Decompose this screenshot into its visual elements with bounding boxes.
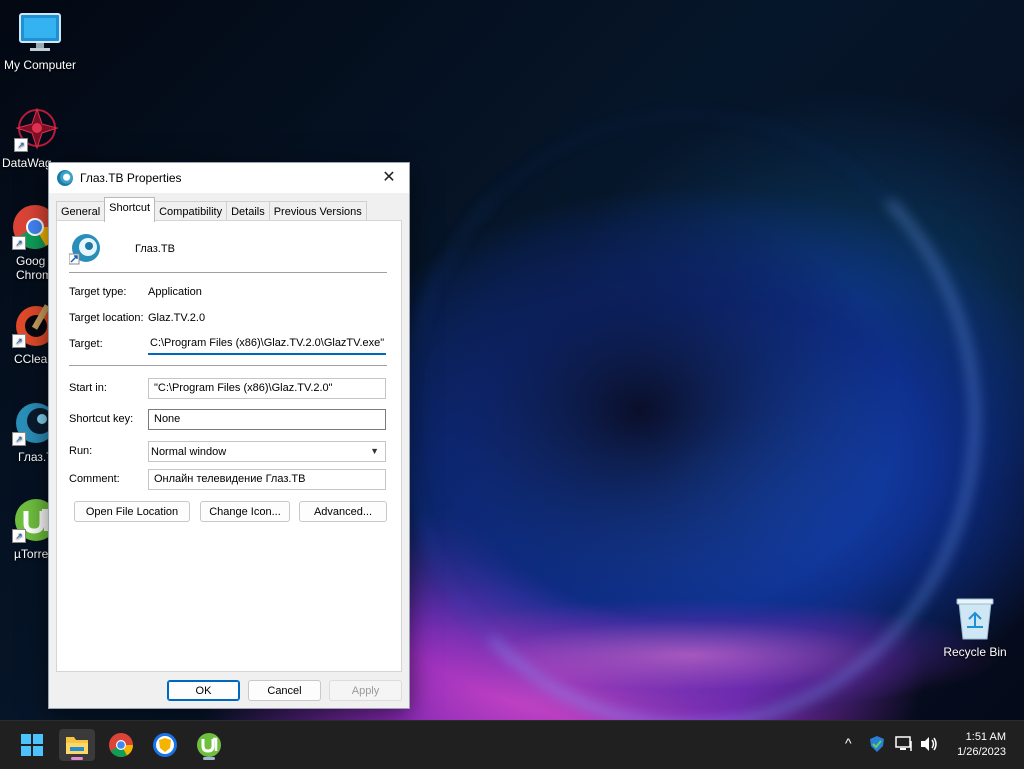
shortcut-key-input[interactable]: None [148, 409, 386, 430]
app-name: Глаз.ТВ [135, 243, 175, 255]
taskbar: ^ 1:51 AM 1/26/2023 [0, 720, 1024, 769]
desktop-icon-datawag[interactable]: ↗ DataWag [0, 106, 60, 170]
divider [69, 365, 387, 366]
tray-chevron-icon[interactable]: ^ [845, 735, 852, 751]
clock-date: 1/26/2023 [957, 746, 1006, 758]
dialog-title: Глаз.ТВ Properties [80, 171, 182, 185]
network-icon[interactable] [894, 735, 914, 756]
target-location-label: Target location: [69, 312, 144, 324]
windows-logo-icon [21, 734, 43, 756]
tab-shortcut[interactable]: Shortcut [104, 197, 156, 222]
shortcut-arrow-icon: ↗ [12, 334, 26, 348]
security-shield-icon[interactable] [868, 735, 886, 756]
run-dropdown[interactable]: Normal window ▼ [148, 441, 386, 462]
active-indicator [71, 757, 83, 760]
cancel-button[interactable]: Cancel [248, 680, 321, 701]
clock-time: 1:51 AM [965, 731, 1006, 743]
shortcut-arrow-icon: ↗ [14, 138, 28, 152]
shortcut-arrow-icon: ↗ [12, 236, 26, 250]
run-selected-value: Normal window [151, 446, 227, 458]
desktop-icon-my-computer[interactable]: My Computer [0, 10, 80, 72]
glaz-tv-icon [57, 170, 73, 186]
tab-previous-versions[interactable]: Previous Versions [268, 201, 367, 222]
target-input[interactable]: C:\Program Files (x86)\Glaz.TV.2.0\GlazT… [148, 334, 386, 355]
apply-button[interactable]: Apply [329, 680, 402, 701]
start-in-label: Start in: [69, 382, 107, 394]
properties-dialog: Глаз.ТВ Properties ✕ General Shortcut Co… [48, 162, 410, 709]
datawag-icon: ↗ [14, 106, 60, 152]
browser-shield-icon [153, 733, 177, 757]
running-indicator [203, 757, 215, 760]
volume-icon[interactable] [919, 735, 939, 756]
start-button[interactable] [14, 729, 50, 761]
desktop-icon-recycle-bin[interactable]: Recycle Bin [935, 597, 1015, 659]
shortcut-panel: Глаз.ТВ Target type: Application Target … [56, 220, 402, 672]
desktop-icon-label: My Computer [3, 58, 77, 72]
run-label: Run: [69, 445, 93, 457]
taskbar-file-explorer[interactable] [59, 729, 95, 761]
target-location-value: Glaz.TV.2.0 [148, 312, 206, 324]
tab-details[interactable]: Details [226, 201, 270, 222]
desktop-icon-label: Recycle Bin [943, 645, 1007, 659]
comment-label: Comment: [69, 473, 120, 485]
desktop: My Computer ↗ DataWag ↗ Goog Chrom ↗ CCl… [0, 0, 1024, 720]
clock[interactable]: 1:51 AM 1/26/2023 [957, 730, 1006, 760]
tab-strip: General Shortcut Compatibility Details P… [56, 197, 367, 222]
wallpaper-bloom [400, 110, 980, 720]
taskbar-chrome[interactable] [103, 729, 139, 761]
monitor-icon [18, 10, 62, 54]
tab-compatibility[interactable]: Compatibility [154, 201, 228, 222]
advanced-button[interactable]: Advanced... [299, 501, 387, 522]
tab-general[interactable]: General [56, 201, 106, 222]
shortcut-key-label: Shortcut key: [69, 413, 134, 425]
ok-button[interactable]: OK [167, 680, 240, 701]
close-icon[interactable]: ✕ [369, 163, 409, 193]
start-in-input[interactable]: "C:\Program Files (x86)\Glaz.TV.2.0" [148, 378, 386, 399]
glaz-tv-icon [68, 233, 101, 265]
divider [69, 272, 387, 273]
shortcut-arrow-icon: ↗ [12, 529, 26, 543]
target-type-label: Target type: [69, 286, 127, 298]
target-label: Target: [69, 338, 103, 350]
change-icon-button[interactable]: Change Icon... [200, 501, 290, 522]
open-file-location-button[interactable]: Open File Location [74, 501, 190, 522]
chevron-down-icon: ▼ [370, 446, 379, 456]
recycle-bin-icon [955, 597, 995, 641]
comment-input[interactable]: Онлайн телевидение Глаз.ТВ [148, 469, 386, 490]
dialog-titlebar[interactable]: Глаз.ТВ Properties ✕ [49, 163, 409, 193]
taskbar-utorrent[interactable] [191, 729, 227, 761]
shortcut-arrow-icon: ↗ [12, 432, 26, 446]
taskbar-browser[interactable] [147, 729, 183, 761]
target-type-value: Application [148, 286, 202, 298]
chrome-icon [109, 733, 133, 758]
